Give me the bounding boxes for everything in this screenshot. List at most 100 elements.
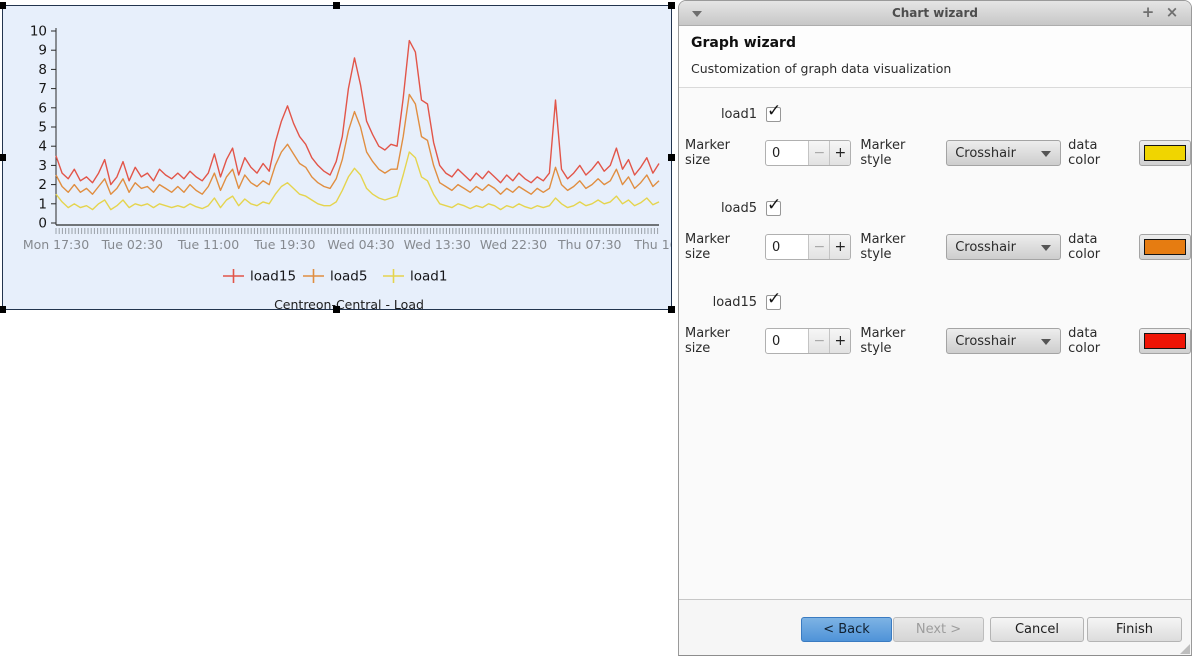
marker-size-label: Marker size: [685, 138, 757, 168]
window-title: Chart wizard: [679, 1, 1191, 25]
series-controls-load5: Marker size 0 − + Marker style Crosshair…: [685, 232, 1191, 262]
svg-text:0: 0: [38, 216, 47, 232]
marker-style-select-load5[interactable]: Crosshair: [946, 234, 1061, 260]
chart-wizard-window: Chart wizard + × Graph wizard Customizat…: [678, 0, 1192, 656]
svg-text:Tue 19:30: Tue 19:30: [253, 237, 315, 252]
stepper-plus-button[interactable]: +: [829, 329, 850, 353]
svg-text:Wed 22:30: Wed 22:30: [480, 237, 547, 252]
series-checkbox-load15[interactable]: ✓: [766, 295, 781, 310]
marker-size-value[interactable]: 0: [766, 141, 808, 165]
marker-size-stepper-load15[interactable]: 0 − +: [765, 328, 851, 354]
stepper-minus-button[interactable]: −: [808, 329, 829, 353]
load-chart-svg: 0 1 2 3 4 5 6 7 8 9 10 Mon 17:30 Tue 02:30 Tue 11:00 T…: [3, 6, 671, 309]
series-label: load5: [685, 201, 757, 216]
svg-text:6: 6: [38, 100, 47, 116]
svg-text:load15: load15: [250, 269, 296, 285]
chevron-down-icon: [1041, 151, 1051, 157]
svg-text:Mon 17:30: Mon 17:30: [23, 237, 89, 252]
marker-style-value: Crosshair: [955, 240, 1016, 255]
maximize-button[interactable]: +: [1139, 1, 1157, 24]
svg-text:Thu 16:00: Thu 16:00: [633, 237, 671, 252]
svg-text:Tue 02:30: Tue 02:30: [101, 237, 163, 252]
series-checkbox-load5[interactable]: ✓: [766, 201, 781, 216]
svg-text:load5: load5: [330, 269, 367, 285]
color-swatch: [1144, 239, 1186, 255]
stepper-minus-button[interactable]: −: [808, 235, 829, 259]
wizard-subtitle: Customization of graph data visualizatio…: [691, 61, 1179, 76]
stepper-plus-button[interactable]: +: [829, 235, 850, 259]
marker-style-label: Marker style: [860, 232, 938, 262]
series-label: load15: [685, 295, 757, 310]
svg-text:9: 9: [38, 43, 47, 59]
series-checkbox-load1[interactable]: ✓: [766, 107, 781, 122]
finish-button[interactable]: Finish: [1087, 617, 1182, 642]
series-row-load5: load5 ✓: [685, 201, 781, 216]
svg-text:Wed 04:30: Wed 04:30: [327, 237, 394, 252]
marker-style-select-load1[interactable]: Crosshair: [946, 140, 1061, 166]
selection-handle-bottom-middle[interactable]: [333, 306, 340, 313]
data-color-label: data color: [1068, 138, 1131, 168]
wizard-title: Graph wizard: [691, 35, 1179, 51]
back-button[interactable]: < Back: [801, 617, 892, 642]
selection-handle-middle-left[interactable]: [0, 154, 6, 161]
svg-text:Tue 11:00: Tue 11:00: [177, 237, 239, 252]
stepper-minus-button[interactable]: −: [808, 141, 829, 165]
marker-size-stepper-load5[interactable]: 0 − +: [765, 234, 851, 260]
close-button[interactable]: ×: [1163, 1, 1181, 24]
marker-size-label: Marker size: [685, 232, 757, 262]
window-menu-icon[interactable]: [692, 11, 702, 17]
marker-style-value: Crosshair: [955, 334, 1016, 349]
resize-grip[interactable]: [1180, 644, 1190, 654]
wizard-footer: < Back Next > Cancel Finish: [679, 600, 1191, 655]
series-row-load15: load15 ✓: [685, 295, 781, 310]
svg-text:2: 2: [38, 177, 47, 193]
marker-size-stepper-load1[interactable]: 0 − +: [765, 140, 851, 166]
data-color-button-load15[interactable]: [1139, 328, 1191, 354]
svg-text:7: 7: [38, 81, 47, 97]
series-controls-load1: Marker size 0 − + Marker style Crosshair…: [685, 138, 1191, 168]
series-row-load1: load1 ✓: [685, 107, 781, 122]
svg-text:8: 8: [38, 62, 47, 78]
marker-style-label: Marker style: [860, 326, 938, 356]
marker-size-label: Marker size: [685, 326, 757, 356]
svg-text:Wed 13:30: Wed 13:30: [404, 237, 471, 252]
selection-handle-middle-right[interactable]: [668, 154, 675, 161]
checkmark-icon: ✓: [767, 101, 781, 121]
series-label: load1: [685, 107, 757, 122]
selection-handle-top-middle[interactable]: [333, 2, 340, 9]
checkmark-icon: ✓: [767, 289, 781, 309]
data-color-button-load1[interactable]: [1139, 140, 1191, 166]
selection-handle-top-right[interactable]: [668, 2, 675, 9]
svg-text:Thu 07:30: Thu 07:30: [557, 237, 622, 252]
marker-style-label: Marker style: [860, 138, 938, 168]
color-swatch: [1144, 333, 1186, 349]
svg-text:10: 10: [30, 24, 47, 40]
marker-style-select-load15[interactable]: Crosshair: [946, 328, 1061, 354]
svg-text:4: 4: [38, 139, 47, 155]
wizard-header: Graph wizard Customization of graph data…: [679, 26, 1191, 88]
marker-size-value[interactable]: 0: [766, 235, 808, 259]
selection-handle-bottom-left[interactable]: [0, 306, 6, 313]
checkmark-icon: ✓: [767, 195, 781, 215]
series-controls-load15: Marker size 0 − + Marker style Crosshair…: [685, 326, 1191, 356]
marker-style-value: Crosshair: [955, 146, 1016, 161]
data-color-label: data color: [1068, 326, 1131, 356]
selection-handle-top-left[interactable]: [0, 2, 6, 9]
svg-text:5: 5: [38, 120, 47, 136]
svg-text:load1: load1: [410, 269, 447, 285]
chevron-down-icon: [1041, 339, 1051, 345]
data-color-label: data color: [1068, 232, 1131, 262]
marker-size-value[interactable]: 0: [766, 329, 808, 353]
next-button[interactable]: Next >: [893, 617, 984, 642]
cancel-button[interactable]: Cancel: [990, 617, 1084, 642]
chevron-down-icon: [1041, 245, 1051, 251]
load-chart-object[interactable]: 0 1 2 3 4 5 6 7 8 9 10 Mon 17:30 Tue 02:30 Tue 11:00 T…: [2, 5, 672, 310]
stepper-plus-button[interactable]: +: [829, 141, 850, 165]
svg-text:Centreon-Central - Load: Centreon-Central - Load: [274, 297, 424, 309]
window-titlebar[interactable]: Chart wizard + ×: [679, 1, 1191, 26]
svg-text:3: 3: [38, 158, 47, 174]
selection-handle-bottom-right[interactable]: [668, 306, 675, 313]
svg-text:1: 1: [38, 196, 47, 212]
color-swatch: [1144, 145, 1186, 161]
data-color-button-load5[interactable]: [1139, 234, 1191, 260]
